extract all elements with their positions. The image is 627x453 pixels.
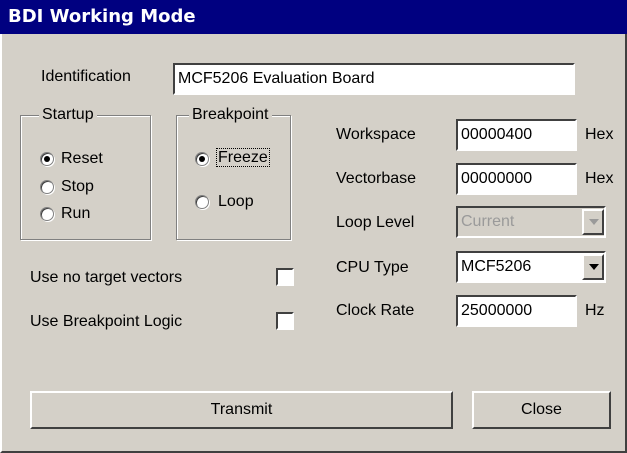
transmit-button[interactable]: Transmit	[30, 391, 453, 429]
startup-reset-radio[interactable]	[40, 152, 54, 166]
loop-level-value: Current	[461, 213, 515, 230]
identification-input[interactable]: MCF5206 Evaluation Board	[173, 63, 575, 95]
breakpoint-logic-label: Use Breakpoint Logic	[30, 313, 183, 330]
workspace-unit: Hex	[585, 126, 614, 143]
close-button[interactable]: Close	[472, 391, 611, 429]
workspace-label: Workspace	[336, 126, 416, 143]
clock-rate-input[interactable]: 25000000	[456, 295, 577, 327]
breakpoint-loop-radio[interactable]	[195, 195, 209, 209]
no-target-vectors-checkbox[interactable]	[276, 268, 294, 286]
chevron-down-icon	[589, 219, 599, 225]
loop-level-label: Loop Level	[336, 214, 415, 231]
clock-rate-unit: Hz	[585, 302, 605, 319]
vectorbase-label: Vectorbase	[336, 170, 417, 187]
startup-stop-radio[interactable]	[40, 180, 54, 194]
window-title: BDI Working Mode	[8, 6, 196, 27]
startup-stop-label: Stop	[61, 178, 94, 195]
breakpoint-freeze-radio[interactable]	[195, 152, 209, 166]
startup-legend: Startup	[39, 105, 97, 125]
clock-rate-label: Clock Rate	[336, 302, 415, 319]
breakpoint-freeze-label: Freeze	[216, 148, 270, 167]
vectorbase-input[interactable]: 00000000	[456, 163, 577, 195]
breakpoint-logic-checkbox[interactable]	[276, 312, 294, 330]
vectorbase-unit: Hex	[585, 170, 614, 187]
startup-reset-label: Reset	[61, 150, 103, 167]
startup-run-label: Run	[61, 205, 91, 222]
loop-level-dropdown-button	[582, 209, 604, 235]
breakpoint-group: Breakpoint	[176, 105, 291, 240]
cpu-type-value: MCF5206	[461, 258, 532, 275]
title-bar: BDI Working Mode	[0, 0, 627, 34]
workspace-input[interactable]: 00000400	[456, 119, 577, 151]
cpu-type-label: CPU Type	[336, 259, 409, 276]
identification-label: Identification	[41, 68, 131, 85]
chevron-down-icon	[589, 264, 599, 270]
cpu-type-dropdown-button[interactable]	[582, 254, 604, 280]
no-target-vectors-label: Use no target vectors	[30, 269, 183, 286]
breakpoint-loop-label: Loop	[218, 193, 254, 210]
breakpoint-legend: Breakpoint	[189, 105, 272, 125]
startup-run-radio[interactable]	[40, 207, 54, 221]
